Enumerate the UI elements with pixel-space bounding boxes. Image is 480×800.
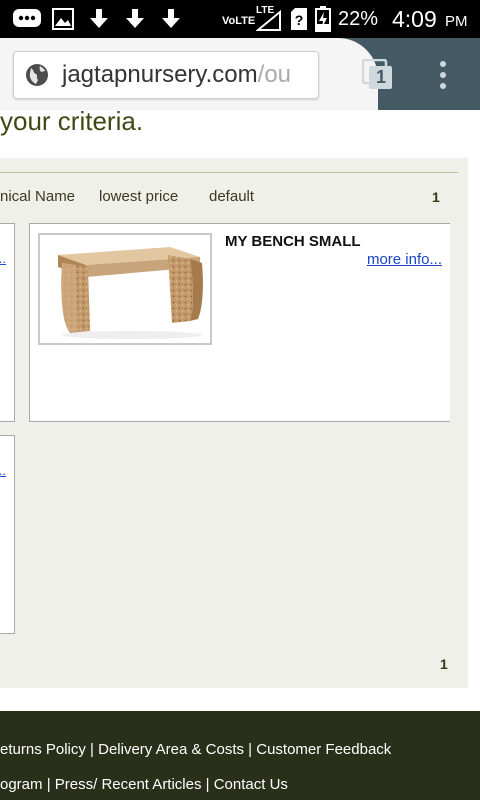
product-title[interactable]: MY BENCH SMALL <box>225 233 361 250</box>
image-icon <box>52 8 74 30</box>
footer-link-delivery[interactable]: Delivery Area & Costs <box>98 741 244 758</box>
more-info-link[interactable]: more info... <box>367 251 442 268</box>
page-number-top[interactable]: 1 <box>432 189 440 205</box>
more-info-link-left-2[interactable]: ... <box>0 463 6 478</box>
footer-links-row-1: eturns Policy | Delivery Area & Costs | … <box>0 741 391 758</box>
more-info-link-left[interactable]: ... <box>0 251 6 266</box>
status-bar: VoLTE LTE ? 22% 4:09 PM <box>0 0 480 38</box>
footer-link-contact-us[interactable]: Contact Us <box>214 776 288 793</box>
product-card-left-2[interactable]: ... <box>0 435 15 634</box>
url-bar[interactable]: jagtapnursery.com/ou <box>13 51 319 99</box>
footer-link-program[interactable]: ogram <box>0 776 43 793</box>
product-card[interactable]: MY BENCH SMALL more info... <box>29 223 450 422</box>
globe-icon <box>26 64 48 86</box>
url-text: jagtapnursery.com/ou <box>62 61 291 89</box>
results-panel: nical Name lowest price default 1 ... ..… <box>0 158 468 688</box>
footer-link-press[interactable]: Press/ Recent Articles <box>55 776 202 793</box>
footer-separator: | <box>201 776 214 793</box>
battery-percent: 22% <box>338 8 379 30</box>
page-content: your criteria. nical Name lowest price d… <box>0 106 480 800</box>
sort-lowest-price[interactable]: lowest price <box>99 188 178 205</box>
product-image[interactable] <box>38 233 212 345</box>
clock-time: 4:09 <box>392 6 437 32</box>
tab-switcher-button[interactable]: 1 <box>361 58 394 91</box>
footer-separator: | <box>244 741 257 758</box>
footer-link-returns-policy[interactable]: eturns Policy <box>0 741 86 758</box>
unknown-sim-icon: ? <box>291 8 307 30</box>
product-card-left[interactable]: ... <box>0 223 15 422</box>
url-path: /ou <box>257 61 292 88</box>
svg-text:?: ? <box>295 12 304 28</box>
download-icon <box>90 9 108 28</box>
divider <box>0 172 458 173</box>
overflow-menu-icon[interactable] <box>436 60 450 90</box>
footer-separator: | <box>42 776 55 793</box>
download-icon <box>162 9 180 28</box>
sort-default[interactable]: default <box>209 188 254 205</box>
clock-ampm: PM <box>445 13 468 30</box>
page-number-bottom[interactable]: 1 <box>440 656 448 672</box>
sort-botanical-name[interactable]: nical Name <box>0 188 75 205</box>
tab-count: 1 <box>376 67 387 87</box>
download-icon <box>126 9 144 28</box>
bbm-icon <box>13 9 41 27</box>
site-footer: eturns Policy | Delivery Area & Costs | … <box>0 711 480 800</box>
footer-link-customer-feedback[interactable]: Customer Feedback <box>256 741 391 758</box>
criteria-heading: your criteria. <box>0 106 144 136</box>
address-area: jagtapnursery.com/ou <box>0 38 378 110</box>
url-domain: jagtapnursery.com <box>62 61 258 88</box>
bench-image <box>40 235 210 343</box>
signal-icon <box>256 10 281 31</box>
browser-toolbar: jagtapnursery.com/ou 1 <box>0 38 480 110</box>
battery-icon <box>315 6 331 32</box>
volte-label: VoLTE <box>222 15 256 27</box>
footer-separator: | <box>85 741 99 758</box>
footer-links-row-2: ogram | Press/ Recent Articles | Contact… <box>0 776 288 793</box>
